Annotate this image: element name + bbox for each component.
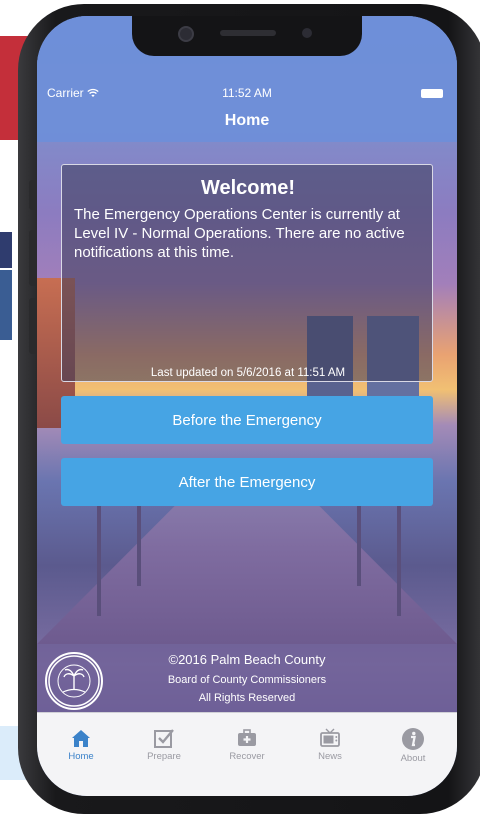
tab-news[interactable]: News [290, 727, 370, 762]
background-blue-bar [0, 270, 12, 340]
tab-about-label: About [400, 753, 426, 764]
tab-news-label: News [318, 751, 342, 762]
after-emergency-button[interactable]: After the Emergency [61, 458, 433, 506]
footer: ©2016 Palm Beach County Board of County … [37, 644, 457, 712]
before-emergency-button[interactable]: Before the Emergency [61, 396, 433, 444]
scene-railing-post [357, 496, 361, 586]
status-bar: Carrier 11:52 AM [37, 86, 457, 104]
county-seal-icon [45, 652, 103, 710]
front-camera [178, 26, 194, 42]
tab-recover-label: Recover [229, 751, 265, 762]
tab-home-label: Home [68, 751, 94, 762]
tab-prepare[interactable]: Prepare [124, 727, 204, 762]
scene-railing-post [137, 496, 141, 586]
info-icon [402, 728, 424, 750]
scene-railing-post [97, 496, 101, 616]
home-icon [72, 730, 90, 747]
background-navy-bar [0, 232, 12, 268]
tab-bar: Home Prepare Recover News About [37, 712, 457, 796]
tab-about[interactable]: About [373, 727, 453, 764]
battery-icon [421, 89, 443, 98]
phone-notch [132, 16, 362, 56]
proximity-sensor [302, 28, 312, 38]
first-aid-kit-icon [238, 729, 256, 746]
tab-prepare-label: Prepare [147, 751, 181, 762]
welcome-title: Welcome! [200, 177, 296, 199]
phone-screen: Carrier 11:52 AM Home Welcome! The Emerg… [37, 16, 457, 796]
page-title: Home [224, 112, 270, 129]
checkbox-icon [154, 729, 174, 748]
status-time: 11:52 AM [222, 86, 272, 100]
tab-home[interactable]: Home [41, 727, 121, 762]
tv-icon [320, 728, 340, 747]
copyright-text: ©2016 Palm Beach County [168, 652, 326, 667]
speaker-grille [220, 30, 276, 36]
scene-railing-post [397, 496, 401, 616]
welcome-card: Welcome! The Emergency Operations Center… [61, 164, 433, 382]
tab-recover[interactable]: Recover [207, 727, 287, 762]
last-updated-text: Last updated on 5/6/2016 at 11:51 AM [150, 367, 346, 379]
welcome-message: The Emergency Operations Center is curre… [74, 206, 405, 261]
